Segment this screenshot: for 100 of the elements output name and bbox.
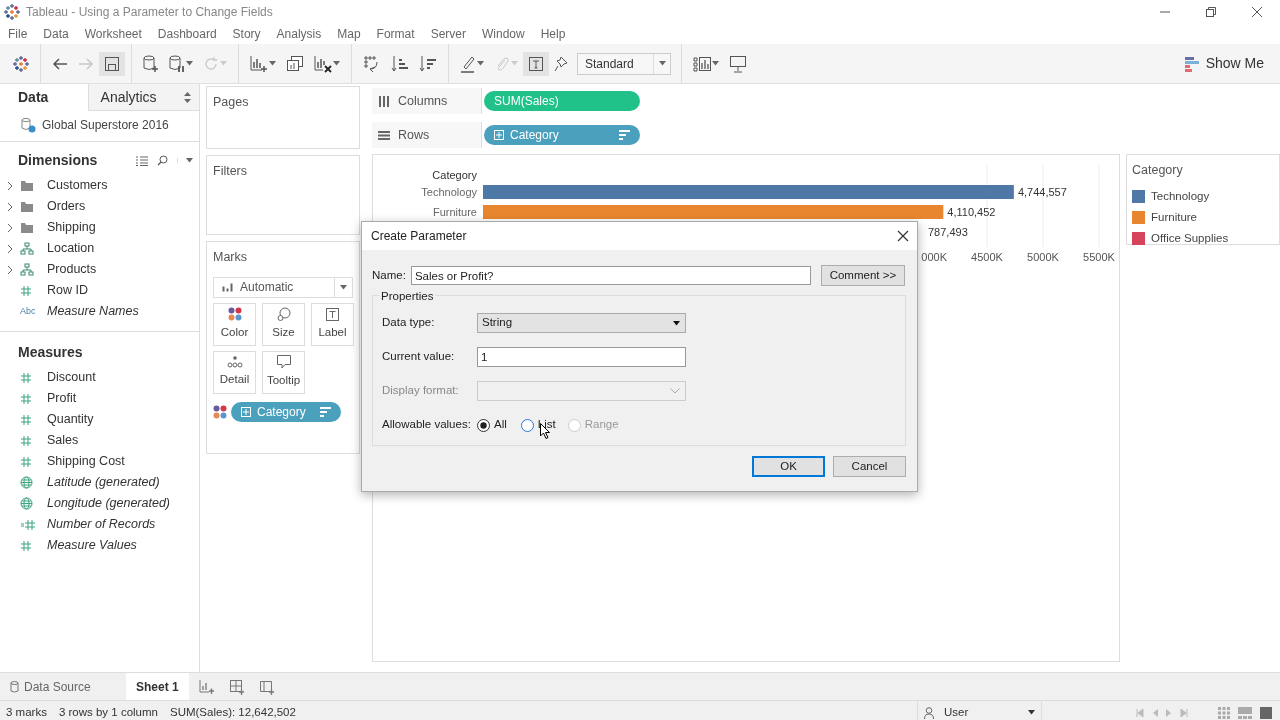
legend-label[interactable]: Furniture (1151, 209, 1198, 227)
datasource-name[interactable]: Global Superstore 2016 (42, 116, 169, 134)
field-name[interactable]: Discount (47, 368, 96, 387)
save-icon[interactable] (104, 55, 120, 72)
pane-tab[interactable]: Analytics (87, 84, 199, 111)
search-icon[interactable] (157, 155, 168, 166)
caret-icon (186, 61, 193, 66)
sort-descending-icon[interactable] (419, 54, 437, 73)
expand-icon[interactable] (7, 264, 13, 275)
user-dropdown[interactable]: User (917, 700, 1042, 720)
type-label: Abc (20, 304, 36, 318)
field-name[interactable]: Latitude (generated) (47, 473, 160, 492)
menu-item[interactable]: Dashboard (149, 25, 225, 43)
expand-box-icon[interactable] (241, 406, 251, 417)
mark-type-dropdown[interactable]: Automatic (213, 276, 353, 298)
mark-property-button[interactable]: Size (262, 302, 305, 346)
dialog-button[interactable]: Cancel (833, 456, 906, 477)
name-input[interactable]: Sales or Profit? (410, 266, 811, 285)
text-label-icon[interactable] (528, 55, 544, 72)
field-name[interactable]: Customers (47, 176, 108, 195)
field-name[interactable]: Profit (47, 389, 77, 408)
expand-icon[interactable] (7, 222, 13, 233)
new-dashboard-icon[interactable] (228, 678, 245, 695)
menu-item[interactable]: Story (224, 25, 269, 43)
axis-tick-label: 5500K (1083, 251, 1115, 263)
dropdown-field[interactable] (477, 381, 686, 401)
tabs-view-icon[interactable] (1260, 706, 1272, 719)
field-name[interactable]: Shipping Cost (47, 452, 125, 471)
mark-property-button[interactable]: Tooltip (262, 350, 305, 394)
list-view-icon[interactable] (136, 155, 148, 166)
mark-property-button[interactable]: Label (311, 302, 354, 346)
field-name[interactable]: Number of Records (47, 515, 156, 534)
dialog-button[interactable]: OK (752, 456, 825, 477)
menu-item[interactable]: Data (35, 25, 77, 43)
field-name[interactable]: Shipping (47, 218, 96, 237)
duplicate-chart-icon[interactable] (286, 54, 304, 73)
sort-ascending-icon[interactable] (391, 54, 409, 73)
clear-chart-icon[interactable] (314, 54, 332, 73)
menu-item[interactable]: Map (329, 25, 369, 43)
back-arrow-icon[interactable] (52, 56, 68, 71)
caret-icon (511, 61, 518, 66)
section-title: Measures (18, 343, 83, 362)
toolbar-button[interactable] (99, 51, 125, 76)
new-chart-icon[interactable] (250, 54, 268, 73)
rows-icon (378, 129, 390, 141)
close-icon[interactable] (1251, 6, 1263, 18)
presentation-icon[interactable] (729, 54, 747, 73)
mark-property-button[interactable]: Detail (213, 350, 256, 394)
new-sheet-icon[interactable] (198, 678, 215, 695)
field-name[interactable]: Products (47, 260, 97, 279)
field-name[interactable]: Sales (47, 431, 79, 450)
sheet-tab[interactable]: Data Source (0, 673, 126, 700)
field-name[interactable]: Quantity (47, 410, 94, 429)
expand-icon[interactable] (7, 201, 13, 212)
chevron-icon (670, 388, 680, 394)
field-name[interactable]: Location (47, 239, 95, 258)
mark-property-button[interactable]: Color (213, 302, 256, 346)
caret-icon (220, 61, 227, 66)
restore-icon[interactable] (1205, 6, 1217, 18)
menu-item[interactable]: Format (368, 25, 423, 43)
axis-title: Category (432, 169, 477, 181)
field-name[interactable]: Measure Names (47, 302, 139, 321)
count-hash-icon (20, 518, 36, 531)
menu-item[interactable]: Window (473, 25, 533, 43)
cards-icon[interactable] (693, 55, 711, 72)
swap-icon[interactable] (363, 54, 381, 73)
expand-box-icon[interactable] (494, 130, 504, 140)
value-label: 4,110,452 (947, 206, 996, 218)
show-me-button[interactable]: Show Me (1175, 53, 1272, 74)
expand-icon[interactable] (7, 180, 13, 191)
field-label: Display format: (382, 383, 460, 399)
radio-option[interactable]: All (477, 416, 507, 434)
field-name[interactable]: Longitude (generated) (47, 494, 170, 513)
legend-label[interactable]: Office Supplies (1151, 230, 1229, 248)
shelf-label: Rows (398, 126, 430, 144)
field-name[interactable]: Orders (47, 197, 86, 216)
sheet-tab[interactable]: Sheet 1 (126, 673, 189, 700)
expand-icon[interactable] (7, 243, 13, 254)
database-pause-icon[interactable] (169, 54, 185, 73)
dialog-title: Create Parameter (371, 228, 467, 245)
field-name[interactable]: Measure Values (47, 536, 137, 555)
database-plus-icon[interactable] (143, 54, 159, 73)
menu-item[interactable]: Server (422, 25, 474, 43)
sort-icon (320, 406, 331, 417)
comment-button[interactable]: Comment >> (820, 265, 905, 286)
menu-item[interactable]: Worksheet (76, 25, 150, 43)
legend-label[interactable]: Technology (1151, 187, 1210, 205)
caret-icon (1028, 710, 1035, 715)
close-icon[interactable] (897, 230, 909, 242)
menu-item[interactable]: Help (532, 25, 574, 43)
new-story-icon[interactable] (258, 678, 275, 695)
field-name[interactable]: Row ID (47, 281, 88, 300)
menu-item[interactable]: File (0, 25, 36, 43)
toolbar-button[interactable] (523, 51, 549, 76)
highlighter-icon[interactable] (460, 54, 476, 73)
dropdown-field[interactable]: String (477, 313, 686, 333)
pin-icon[interactable] (554, 55, 568, 72)
value-input[interactable]: 1 (477, 347, 686, 367)
fit-dropdown[interactable]: Standard (577, 52, 671, 75)
menu-item[interactable]: Analysis (268, 25, 330, 43)
